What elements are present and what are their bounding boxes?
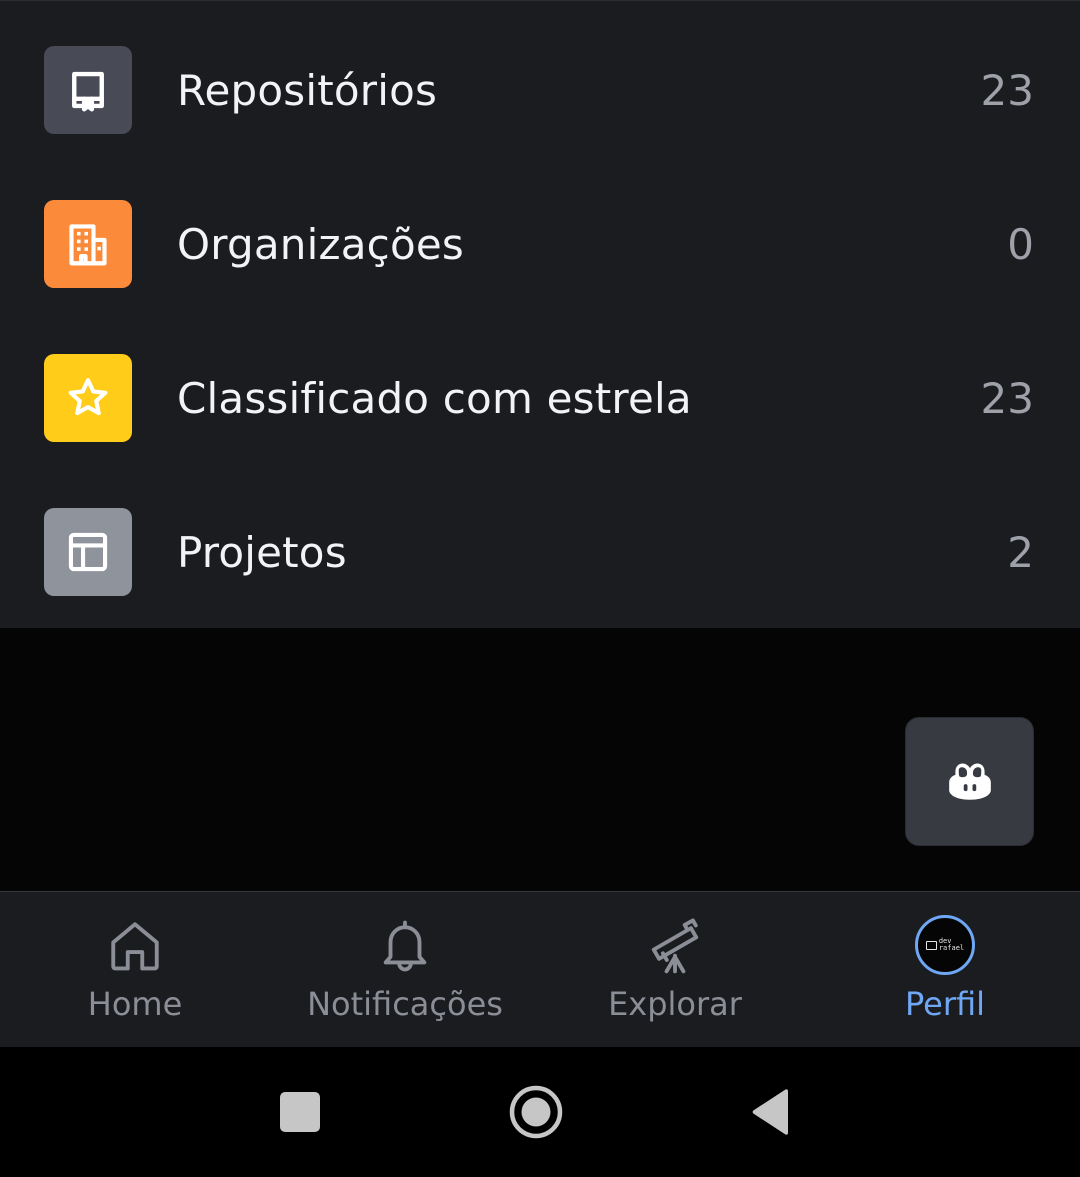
nav-item-home[interactable]: Home <box>0 892 270 1048</box>
nav-item-explore[interactable]: Explorar <box>540 892 810 1048</box>
list-item-count: 23 <box>980 374 1034 423</box>
list-item-label: Projetos <box>177 528 347 577</box>
bell-icon <box>373 914 437 978</box>
list-item-label: Repositórios <box>177 66 438 115</box>
list-item-count: 23 <box>980 66 1034 115</box>
home-icon <box>103 914 167 978</box>
nav-item-notifications[interactable]: Notificações <box>270 892 540 1048</box>
avatar: dev rafael <box>915 915 975 975</box>
project-icon <box>44 508 132 596</box>
organization-icon <box>44 200 132 288</box>
list-item-count: 0 <box>1007 220 1034 269</box>
list-item-repositories[interactable]: Repositórios 23 <box>0 13 1080 167</box>
repo-icon <box>44 46 132 134</box>
nav-label: Perfil <box>904 985 986 1023</box>
back-button[interactable] <box>748 1047 792 1177</box>
list-item-projects[interactable]: Projetos 2 <box>0 475 1080 629</box>
profile-screen: Repositórios 23 Organizações 0 Classific… <box>0 0 1080 1177</box>
bottom-navigation: Home Notificações Explorar dev rafael Pe… <box>0 891 1080 1047</box>
telescope-icon <box>643 914 707 978</box>
nav-label: Home <box>87 985 183 1023</box>
profile-list: Repositórios 23 Organizações 0 Classific… <box>0 0 1080 628</box>
nav-label: Explorar <box>608 985 742 1023</box>
home-circle-icon <box>509 1085 563 1139</box>
list-item-label: Classificado com estrela <box>177 374 692 423</box>
avatar-text-line2: rafael <box>938 944 965 952</box>
recents-button[interactable] <box>270 1047 330 1177</box>
copilot-icon <box>948 763 991 800</box>
recents-icon <box>280 1092 320 1132</box>
system-navigation-bar <box>0 1047 1080 1177</box>
list-item-label: Organizações <box>177 220 464 269</box>
avatar-logo-mark <box>925 940 937 950</box>
nav-label: Notificações <box>307 985 503 1023</box>
list-item-organizations[interactable]: Organizações 0 <box>0 167 1080 321</box>
nav-item-profile[interactable]: dev rafael Perfil <box>810 892 1080 1048</box>
list-item-starred[interactable]: Classificado com estrela 23 <box>0 321 1080 475</box>
copilot-button[interactable] <box>905 717 1034 846</box>
back-triangle-icon <box>752 1089 788 1135</box>
list-item-count: 2 <box>1007 528 1034 577</box>
system-home-button[interactable] <box>505 1047 567 1177</box>
star-icon <box>44 354 132 442</box>
